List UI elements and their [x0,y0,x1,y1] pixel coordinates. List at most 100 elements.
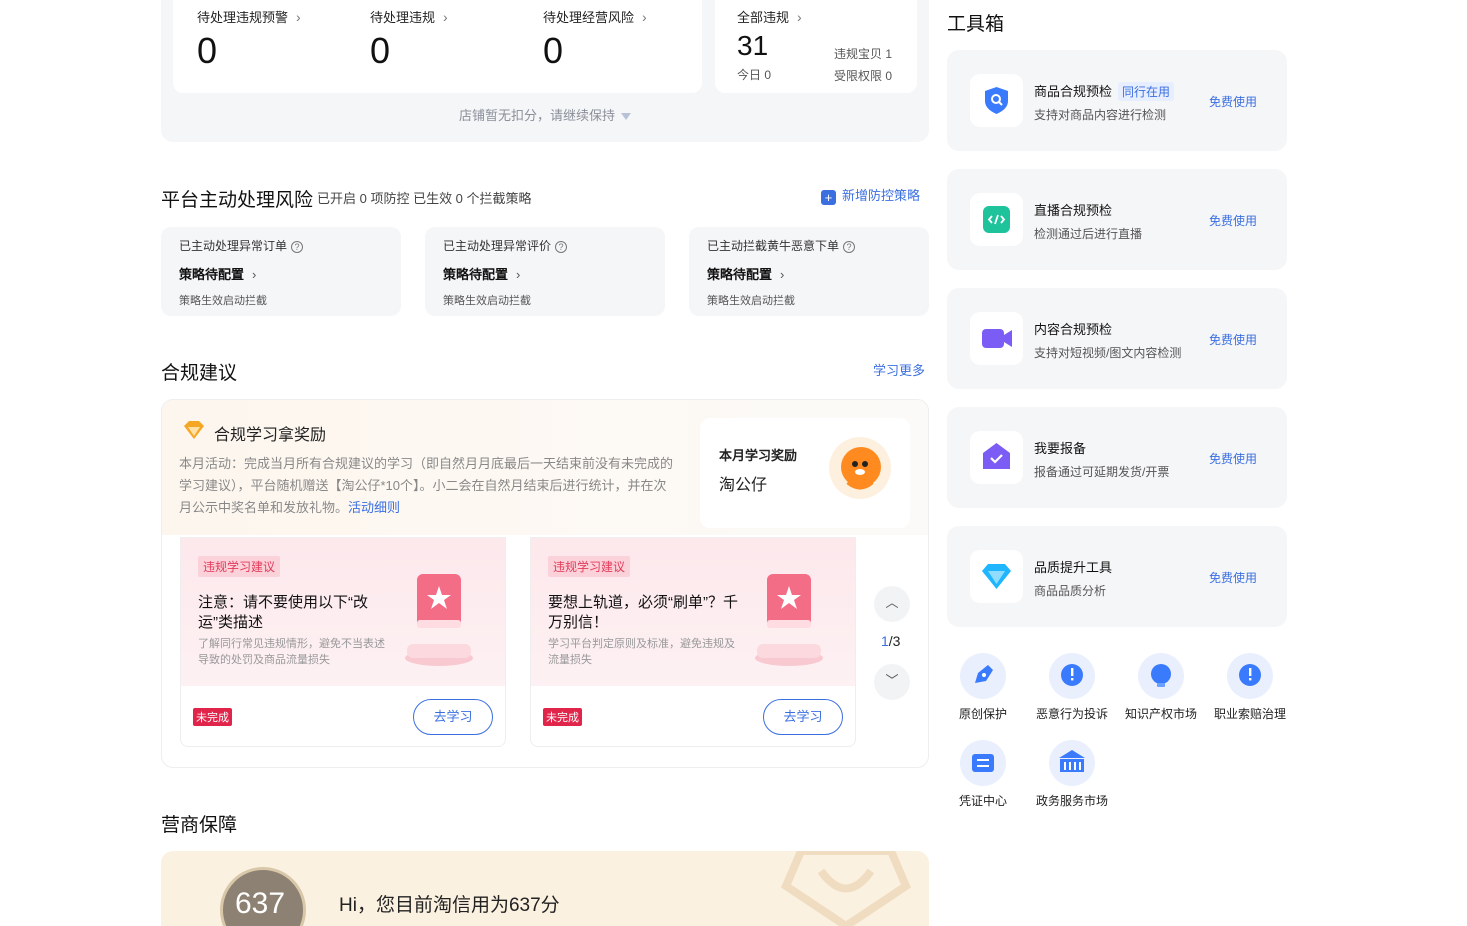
help-icon[interactable]: ? [291,240,304,253]
risk-card-orders[interactable]: 已主动处理异常订单? 策略待配置 › 策略生效启动拦截 [161,227,401,316]
mini-tool-malicious-complaint[interactable]: 恶意行为投诉 [1032,653,1112,722]
tool-icon-box [970,74,1023,127]
risk-card-title: 已主动处理异常评价 [443,239,552,253]
mini-tool-label: 政务服务市场 [1035,794,1108,808]
mini-tool-claim-governance[interactable]: 职业索赔治理 [1210,653,1290,722]
learning-title: 要想上轨道，必须“刷单”？千万别信！ [548,594,738,631]
pager-total: /3 [888,633,901,649]
free-use-link[interactable]: 免费使用 [1209,212,1257,229]
mini-tool-icon [1227,653,1273,699]
risk-card-status: 策略待配置 [707,267,773,282]
risk-card-desc: 策略生效启动拦截 [443,295,531,307]
tool-name: 内容合规预检 [1034,322,1113,337]
chevron-right-icon: › [516,267,521,282]
pending-warning-label: 待处理违规预警 [197,10,289,25]
mini-tool-label: 恶意行为投诉 [1035,707,1108,721]
tool-name: 商品合规预检 同行在用 [1034,81,1175,101]
tool-name: 品质提升工具 [1034,560,1113,575]
go-learn-button[interactable]: 去学习 [413,699,493,735]
pending-warning-value: 0 [197,30,218,71]
chevron-right-icon: › [797,9,802,25]
tool-content-precheck[interactable]: 内容合规预检 支持对短视频/图文内容检测 免费使用 [947,288,1287,389]
risk-card-status: 策略待配置 [443,267,509,282]
code-icon [983,206,1010,233]
plus-square-icon: + [821,190,836,205]
platform-risk-summary: 已开启 0 项防控 已生效 0 个拦截策略 [317,191,532,206]
mini-tool-ip-market[interactable]: 知识产权市场 [1121,653,1201,722]
monthly-reward-title: 本月学习奖励 [719,448,798,463]
mini-tool-label: 职业索赔治理 [1213,707,1286,721]
no-deduction-note[interactable]: 店铺暂无扣分，请继续保持 [161,105,929,124]
learning-title: 注意：请不要使用以下“改运”类描述 [198,594,368,631]
reward-description: 本月活动：完成当月所有合规建议的学习（即自然月月底最后一天结束前没有未完成的学习… [179,453,679,519]
shield-search-icon [985,87,1008,114]
pending-violation-label: 待处理违规 [370,10,436,25]
report-check-icon [983,443,1010,469]
tool-icon-box [970,312,1023,365]
tool-name: 我要报备 [1034,441,1087,456]
learning-card[interactable]: 违规学习建议 要想上轨道，必须“刷单”？千万别信！ 学习平台判定原则及标准，避免… [530,537,856,747]
tool-name: 直播合规预检 [1034,203,1113,218]
violation-items-count: 违规宝贝 1 [834,47,893,61]
tool-product-precheck[interactable]: 商品合规预检 同行在用 支持对商品内容进行检测 免费使用 [947,50,1287,151]
tool-quality[interactable]: 品质提升工具 商品品质分析 免费使用 [947,526,1287,627]
tool-report[interactable]: 我要报备 报备通过可延期发货/开票 免费使用 [947,407,1287,508]
pending-violation-link[interactable]: 待处理违规 › [370,7,448,26]
book-star-icon [755,574,823,666]
reward-description-text: 本月活动：完成当月所有合规建议的学习（即自然月月底最后一天结束前没有未完成的学习… [179,456,674,515]
all-violations-label: 全部违规 [737,10,790,25]
ticket-icon [972,754,994,772]
mini-tool-label: 知识产权市场 [1124,707,1197,721]
pending-warning-link[interactable]: 待处理违规预警 › [197,7,301,26]
pending-risk-label: 待处理经营风险 [543,10,635,25]
government-icon [1059,750,1085,772]
risk-card-reviews[interactable]: 已主动处理异常评价? 策略待配置 › 策略生效启动拦截 [425,227,665,316]
risk-card-status-link[interactable]: 策略待配置 › [443,264,520,283]
pending-stats-card: 待处理违规预警 › 0 待处理违规 › 0 待处理经营风险 › 0 [173,0,702,93]
mini-tool-icon [960,653,1006,699]
alert-bubble-icon [1239,664,1261,686]
risk-card-desc: 策略生效启动拦截 [179,295,267,307]
mini-tool-original-protection[interactable]: 原创保护 [943,653,1023,722]
free-use-link[interactable]: 免费使用 [1209,331,1257,348]
risk-card-status-link[interactable]: 策略待配置 › [707,264,784,283]
gem-icon [184,421,204,439]
compliance-title: 合规建议 [161,363,238,384]
mini-tool-voucher-center[interactable]: 凭证中心 [943,740,1023,809]
peer-usage-tag: 同行在用 [1118,82,1175,101]
scroll-down-button[interactable]: ﹀ [874,664,910,700]
chevron-right-icon: › [780,267,785,282]
monthly-reward-box: 本月学习奖励 淘公仔 [700,418,910,528]
learning-subtitle: 了解同行常见违规情形，避免不当表述导致的处罚及商品流量损失 [198,638,385,666]
learning-card[interactable]: 违规学习建议 注意：请不要使用以下“改运”类描述 了解同行常见违规情形，避免不当… [180,537,506,747]
go-learn-button[interactable]: 去学习 [763,699,843,735]
help-icon[interactable]: ? [555,240,568,253]
risk-card-scalpers[interactable]: 已主动拦截黄牛恶意下单? 策略待配置 › 策略生效启动拦截 [689,227,929,316]
no-deduction-text: 店铺暂无扣分，请继续保持 [458,108,615,123]
learn-more-link[interactable]: 学习更多 [873,360,925,379]
pending-risk-link[interactable]: 待处理经营风险 › [543,7,647,26]
activity-rules-link[interactable]: 活动细则 [348,500,400,515]
chevron-right-icon: › [296,9,301,25]
add-strategy-link[interactable]: + 新增防控策略 [821,185,920,205]
credit-greeting: Hi，您目前淘信用为637分 [339,895,560,916]
tool-name-text: 商品合规预检 [1034,84,1113,99]
scroll-up-button[interactable]: ︿ [874,586,910,622]
bulb-icon [1151,664,1171,687]
risk-card-status-link[interactable]: 策略待配置 › [179,264,256,283]
help-icon[interactable]: ? [843,240,856,253]
pending-risk-value: 0 [543,30,564,71]
chevron-down-icon: ﹀ [885,673,899,688]
free-use-link[interactable]: 免费使用 [1209,450,1257,467]
free-use-link[interactable]: 免费使用 [1209,569,1257,586]
tool-live-precheck[interactable]: 直播合规预检 检测通过后进行直播 免费使用 [947,169,1287,270]
risk-card-desc: 策略生效启动拦截 [707,295,795,307]
tool-desc: 支持对短视频/图文内容检测 [1034,346,1182,360]
tool-icon-box [970,193,1023,246]
chevron-right-icon: › [642,9,647,25]
tool-icon-box [970,550,1023,603]
learning-subtitle: 学习平台判定原则及标准，避免违规及流量损失 [548,638,735,666]
all-violations-link[interactable]: 全部违规 › [737,7,802,26]
mini-tool-gov-service[interactable]: 政务服务市场 [1032,740,1112,809]
free-use-link[interactable]: 免费使用 [1209,93,1257,110]
